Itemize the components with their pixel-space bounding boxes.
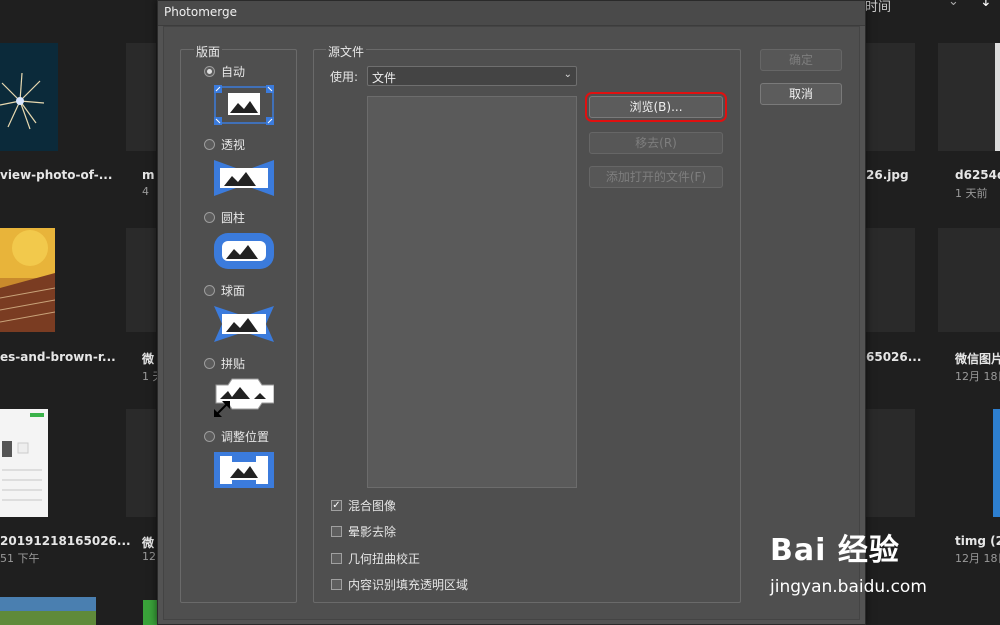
tile-placeholder[interactable] — [865, 43, 915, 151]
tile-name: es-and-brown-r... — [0, 350, 116, 364]
tile-meta: 1 天前 — [955, 187, 988, 200]
tile-name: d6254d3 — [955, 168, 1000, 182]
checkbox[interactable] — [331, 525, 342, 537]
tile-name: 26.jpg — [866, 168, 909, 182]
tile-placeholder[interactable] — [938, 43, 1000, 151]
remove-button[interactable]: 移去(R) — [589, 132, 723, 154]
layout-option-auto[interactable]: 自动 — [204, 63, 245, 79]
geometric-distortion-option[interactable]: 几何扭曲校正 — [331, 550, 420, 566]
use-select-value: 文件 — [372, 71, 397, 85]
photomerge-dialog: Photomerge 版面 自动 透视 圆柱 球面 拼贴 调整位置 源文件 使用… — [157, 0, 866, 625]
cylindrical-layout-icon[interactable] — [214, 231, 274, 271]
dialog-body: 版面 自动 透视 圆柱 球面 拼贴 调整位置 源文件 使用: 文件 ⌄ 浏览(B… — [163, 26, 860, 620]
option-label: 圆柱 — [221, 210, 246, 225]
tile-meta: 4 — [142, 185, 149, 198]
use-select[interactable]: 文件 ⌄ — [367, 66, 577, 86]
radio-button[interactable] — [204, 65, 215, 77]
perspective-layout-icon[interactable] — [214, 158, 274, 198]
browse-button[interactable]: 浏览(B)... — [585, 92, 727, 122]
option-label: 拼贴 — [221, 356, 246, 371]
radio-button[interactable] — [204, 211, 215, 223]
dialog-titlebar[interactable]: Photomerge — [158, 1, 865, 26]
thumbnail-fireworks[interactable] — [0, 43, 58, 151]
layout-option-perspective[interactable]: 透视 — [204, 136, 245, 152]
tile-name: 微 — [142, 536, 155, 550]
layout-group-label: 版面 — [194, 43, 223, 60]
option-label: 内容识别填充透明区域 — [348, 577, 469, 592]
cancel-button[interactable]: 取消 — [760, 83, 842, 105]
thumbnail-green[interactable] — [143, 600, 157, 625]
tile-name: 20191218165026... — [0, 534, 131, 548]
tile-name: 65026... — [866, 350, 922, 364]
watermark-url: jingyan.baidu.com — [770, 577, 927, 597]
tile-placeholder[interactable] — [126, 409, 156, 517]
watermark-brand: Bai 经验 — [770, 533, 900, 568]
thumbnail-photo[interactable] — [995, 43, 1000, 151]
dialog-title: Photomerge — [164, 5, 238, 19]
radio-button[interactable] — [204, 284, 215, 296]
blend-images-option[interactable]: ✓ 混合图像 — [331, 497, 396, 513]
source-file-list[interactable] — [367, 96, 577, 488]
tile-meta: 12 — [142, 550, 156, 563]
collage-layout-icon[interactable] — [214, 377, 274, 417]
chevron-down-icon: ⌄ — [563, 69, 572, 80]
auto-layout-icon[interactable] — [214, 85, 274, 125]
layout-option-spherical[interactable]: 球面 — [204, 282, 245, 298]
tile-name: 微信图片 — [955, 352, 1000, 366]
checkbox[interactable] — [331, 578, 342, 590]
tile-placeholder[interactable] — [865, 409, 915, 517]
layout-option-reposition[interactable]: 调整位置 — [204, 428, 269, 444]
spherical-layout-icon[interactable] — [214, 304, 274, 344]
option-label: 球面 — [221, 283, 246, 298]
checkbox-checked[interactable]: ✓ — [331, 499, 342, 511]
tile-name: timg (2) — [955, 534, 1000, 548]
tile-name: m — [142, 168, 155, 182]
option-label: 自动 — [221, 64, 246, 79]
option-label: 调整位置 — [221, 429, 270, 444]
tile-placeholder[interactable] — [126, 228, 156, 332]
tile-meta: 12月 18日 — [955, 370, 1000, 383]
tile-placeholder[interactable] — [938, 228, 1000, 332]
tile-name: 微 — [142, 352, 155, 366]
tile-name: view-photo-of-... — [0, 168, 113, 182]
radio-button[interactable] — [204, 430, 215, 442]
thumbnail-temple[interactable] — [0, 228, 55, 332]
use-label: 使用: — [330, 70, 359, 84]
tile-placeholder[interactable] — [865, 228, 915, 332]
checkbox[interactable] — [331, 552, 342, 564]
reposition-layout-icon[interactable] — [214, 450, 274, 490]
vignette-removal-option[interactable]: 晕影去除 — [331, 523, 396, 539]
sort-direction-icon[interactable]: ↓ — [980, 0, 992, 10]
add-open-files-button[interactable]: 添加打开的文件(F) — [589, 166, 723, 188]
thumbnail-landscape[interactable] — [0, 597, 96, 625]
layout-option-cylindrical[interactable]: 圆柱 — [204, 209, 245, 225]
sort-dropdown-icon[interactable]: ⌄ — [948, 0, 959, 9]
tile-meta: 51 下午 — [0, 552, 40, 565]
content-aware-fill-option[interactable]: 内容识别填充透明区域 — [331, 576, 468, 592]
thumbnail-screenshot[interactable] — [0, 409, 48, 517]
sort-label[interactable]: 时间 — [865, 0, 891, 15]
tile-placeholder[interactable] — [126, 43, 156, 151]
tile-meta: 12月 18日 — [955, 552, 1000, 565]
option-label: 晕影去除 — [348, 524, 397, 539]
ok-button[interactable]: 确定 — [760, 49, 842, 71]
baidu-watermark: Bai 经验 jingyan.baidu.com — [770, 525, 927, 597]
option-label: 透视 — [221, 137, 246, 152]
radio-button[interactable] — [204, 357, 215, 369]
radio-button[interactable] — [204, 138, 215, 150]
source-group-label: 源文件 — [326, 43, 367, 60]
option-label: 混合图像 — [348, 498, 397, 513]
option-label: 几何扭曲校正 — [348, 551, 421, 566]
layout-option-collage[interactable]: 拼贴 — [204, 355, 245, 371]
thumbnail-sky[interactable] — [993, 409, 1000, 517]
